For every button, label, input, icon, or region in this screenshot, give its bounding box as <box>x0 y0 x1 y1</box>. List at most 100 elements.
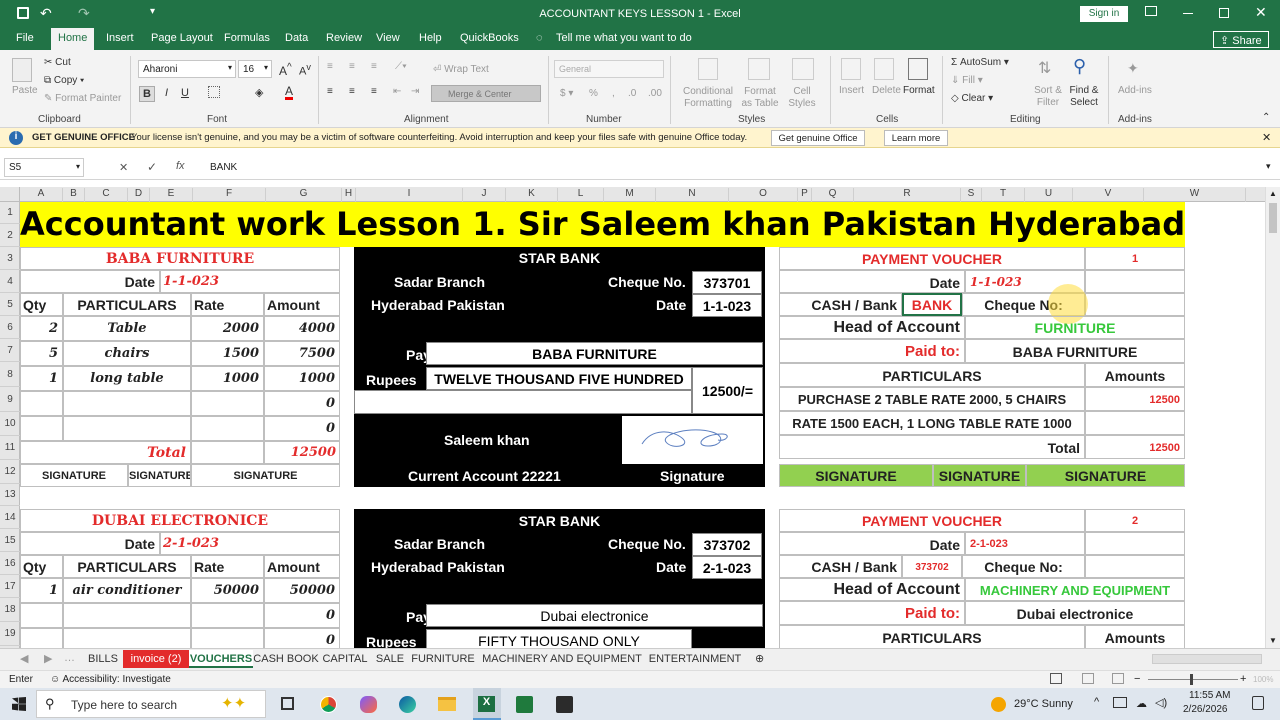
expand-formula-icon[interactable]: ▾ <box>1266 161 1271 172</box>
bill1-shop[interactable]: BABA FURNITURE <box>20 247 340 270</box>
copilot-icon[interactable] <box>360 696 377 713</box>
bill2-header-particulars[interactable]: PARTICULARS <box>63 555 191 578</box>
sheet-tab-invoice-2[interactable]: invoice (2) <box>123 650 189 668</box>
onedrive-icon[interactable]: ☁ <box>1136 697 1147 710</box>
network-icon[interactable] <box>1113 697 1127 708</box>
row-header-12[interactable]: 12 <box>0 460 20 484</box>
sign-in-button[interactable]: Sign in <box>1080 6 1128 22</box>
cheque2-rupees-label[interactable]: Rupees <box>366 634 417 648</box>
column-header-q[interactable]: Q <box>812 188 854 202</box>
column-header-b[interactable]: B <box>63 188 85 202</box>
decrease-decimal-icon[interactable]: .00 <box>648 88 662 99</box>
row-header-16[interactable]: 16 <box>0 552 20 575</box>
column-header-f[interactable]: F <box>193 188 266 202</box>
voucher1-cash-bank-label[interactable]: CASH / Bank <box>779 293 902 316</box>
font-name-dropdown[interactable]: Aharoni ▾ <box>138 60 236 78</box>
column-header-w[interactable]: W <box>1144 188 1246 202</box>
tab-insert[interactable]: Insert <box>106 32 134 44</box>
cheque1-payee[interactable]: BABA FURNITURE <box>426 342 763 365</box>
zoom-slider-thumb[interactable] <box>1190 674 1193 685</box>
tab-page-layout[interactable]: Page Layout <box>151 32 213 44</box>
insert-function-icon[interactable]: fx <box>176 160 185 172</box>
grow-font-icon[interactable]: A^ <box>279 62 292 78</box>
bill1-header-particulars[interactable]: PARTICULARS <box>63 293 191 316</box>
bill2-header-qty[interactable]: Qty <box>20 555 63 578</box>
voucher1-amounts-label[interactable]: Amounts <box>1085 363 1185 387</box>
bill1-item-qty[interactable] <box>20 416 63 441</box>
cheque1-signature-label[interactable]: Signature <box>660 468 725 484</box>
cheque1-rupees-label[interactable]: Rupees <box>366 372 417 388</box>
empty-cell[interactable] <box>191 441 264 464</box>
column-header-u[interactable]: U <box>1025 188 1073 202</box>
row-header-7[interactable]: 7 <box>0 339 20 362</box>
column-header-v[interactable]: V <box>1073 188 1144 202</box>
bill1-date-label[interactable]: Date <box>20 270 160 293</box>
accessibility-status[interactable]: ☺ Accessibility: Investigate <box>50 674 171 685</box>
cancel-entry-icon[interactable]: ✕ <box>119 161 128 174</box>
horizontal-scrollbar[interactable] <box>1152 654 1262 664</box>
currency-icon[interactable]: $ ▾ <box>560 88 573 99</box>
voucher1-signature-3[interactable]: SIGNATURE <box>1026 464 1185 487</box>
bill1-item-qty[interactable]: 1 <box>20 366 63 391</box>
empty-cell[interactable] <box>354 390 692 414</box>
insert-cells-button[interactable]: Insert <box>839 85 864 96</box>
scroll-thumb[interactable] <box>1269 203 1277 233</box>
cheque1-account[interactable]: Current Account 22221 <box>408 468 561 484</box>
bill2-item-part[interactable] <box>63 628 191 648</box>
empty-cell[interactable] <box>1085 532 1185 555</box>
empty-cell[interactable] <box>1085 270 1185 293</box>
voucher2-paid-label[interactable]: Paid to: <box>779 601 965 625</box>
cheque2-city[interactable]: Hyderabad Pakistan <box>371 559 505 575</box>
next-sheet-icon[interactable]: ▶ <box>44 652 52 665</box>
voucher2-cash-bank-label[interactable]: CASH / Bank <box>779 555 902 578</box>
bill2-item-qty[interactable] <box>20 603 63 628</box>
borders-icon[interactable] <box>208 86 220 98</box>
task-view-icon[interactable] <box>281 697 294 710</box>
bill1-signature-3[interactable]: SIGNATURE <box>191 464 340 487</box>
cut-button[interactable]: ✂ Cut <box>44 57 71 68</box>
bill1-item-part[interactable]: Table <box>63 316 191 341</box>
bill1-item-amt[interactable]: 4000 <box>264 316 340 341</box>
paste-icon[interactable] <box>12 58 32 82</box>
percent-icon[interactable]: % <box>589 88 598 99</box>
voucher1-cheque-value[interactable] <box>1085 293 1185 316</box>
voucher1-line-1-amount[interactable]: 12500 <box>1085 387 1185 411</box>
bill2-item-rate[interactable] <box>191 603 264 628</box>
sheet-tab-sale[interactable]: SALE <box>371 650 409 668</box>
bill1-header-rate[interactable]: Rate <box>191 293 264 316</box>
conditional-formatting-button[interactable]: Conditional Formatting <box>678 86 738 110</box>
format-as-table-button[interactable]: Format as Table <box>738 86 782 110</box>
close-message-icon[interactable]: ✕ <box>1262 131 1271 144</box>
get-genuine-office-button[interactable]: Get genuine Office <box>771 130 865 146</box>
bill2-item-part[interactable] <box>63 603 191 628</box>
bill2-item-rate[interactable] <box>191 628 264 648</box>
bill1-item-qty[interactable] <box>20 391 63 416</box>
voucher2-number[interactable]: 2 <box>1085 509 1185 532</box>
sheet-tab-vouchers[interactable]: VOUCHERS <box>189 650 253 668</box>
voucher1-line-1[interactable]: PURCHASE 2 TABLE RATE 2000, 5 CHAIRS <box>779 387 1085 411</box>
excel-taskbar-icon[interactable]: X <box>473 688 501 720</box>
find-select-button[interactable]: Find & Select <box>1066 85 1102 109</box>
empty-cell[interactable] <box>1085 411 1185 435</box>
cheque1-date[interactable]: 1-1-023 <box>692 294 762 317</box>
chrome-icon[interactable] <box>320 696 337 713</box>
row-header-3[interactable]: 3 <box>0 247 20 270</box>
voucher2-cheque-ref[interactable]: 373702 <box>902 555 962 578</box>
share-button[interactable]: ⇪ Share <box>1213 31 1269 48</box>
bill2-item-qty[interactable]: 1 <box>20 578 63 603</box>
cheque1-amount-words[interactable]: TWELVE THOUSAND FIVE HUNDRED <box>426 367 692 390</box>
bill2-header-rate[interactable]: Rate <box>191 555 264 578</box>
select-all-corner[interactable] <box>0 187 20 201</box>
cheque1-amount[interactable]: 12500/= <box>692 367 763 414</box>
bill1-total[interactable]: 12500 <box>264 441 340 464</box>
voucher2-paid-to[interactable]: Dubai electronice <box>965 601 1185 625</box>
merge-center-button[interactable]: Merge & Center <box>431 85 541 102</box>
clear-button[interactable]: ◇ Clear ▾ <box>951 93 993 104</box>
voucher1-particulars-label[interactable]: PARTICULARS <box>779 363 1085 387</box>
tab-view[interactable]: View <box>376 32 400 44</box>
cheque2-payee[interactable]: Dubai electronice <box>426 604 763 627</box>
bold-icon[interactable]: B <box>139 86 155 102</box>
voucher2-head-account[interactable]: MACHINERY AND EQUIPMENT <box>965 578 1185 601</box>
bill1-signature-1[interactable]: SIGNATURE <box>20 464 128 487</box>
voucher1-title[interactable]: PAYMENT VOUCHER <box>779 247 1085 270</box>
